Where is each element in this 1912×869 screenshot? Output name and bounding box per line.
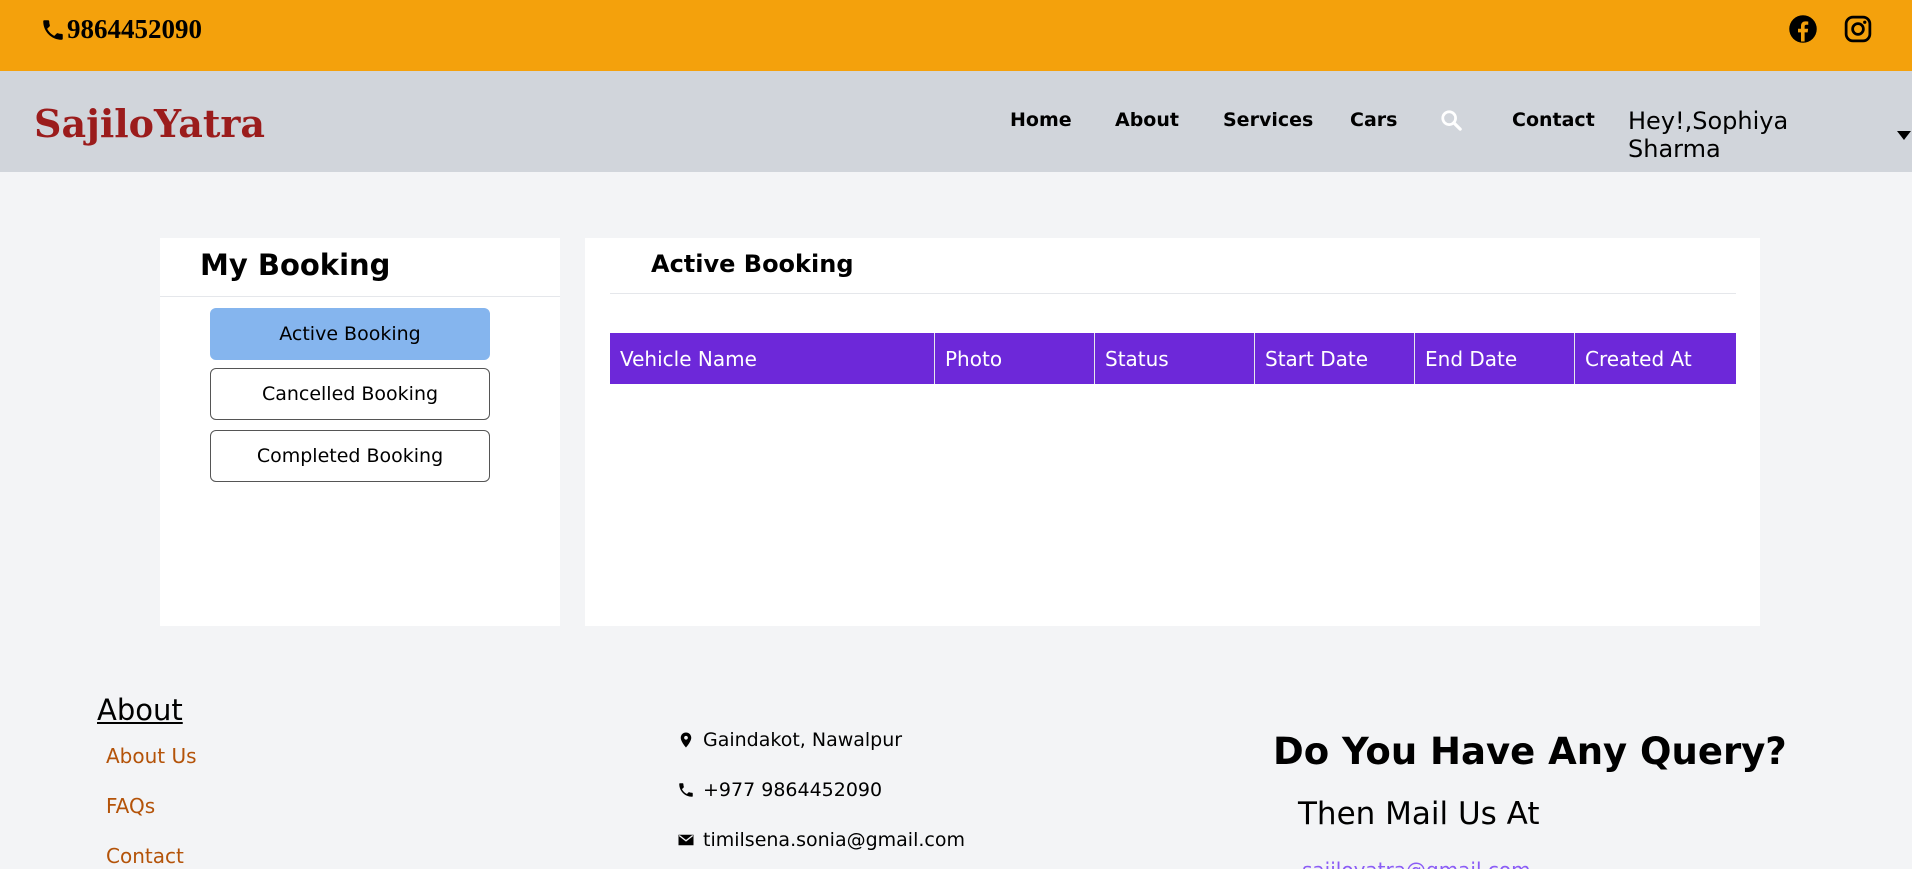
footer-phone-text: +977 9864452090 [703, 779, 883, 801]
phone-icon [43, 19, 63, 40]
top-bar: 9864452090 [0, 0, 1912, 71]
top-phone: 9864452090 [40, 14, 202, 45]
completed-booking-button[interactable]: Completed Booking [210, 430, 490, 482]
footer-phone: +977 9864452090 [677, 779, 882, 801]
user-menu[interactable]: Hey!,Sophiya Sharma [1628, 107, 1912, 163]
user-greeting: Hey!,Sophiya Sharma [1628, 107, 1789, 163]
footer-about-title: About [97, 693, 183, 727]
top-phone-number: 9864452090 [67, 14, 202, 44]
column-header: Start Date [1255, 333, 1415, 384]
booking-sidebar: My Booking Active Booking Cancelled Book… [160, 238, 560, 626]
column-header: Vehicle Name [610, 333, 935, 384]
footer-email-text[interactable]: timilsena.sonia@gmail.com [703, 829, 965, 851]
footer-link-contact[interactable]: Contact [106, 844, 184, 868]
panel-title: Active Booking [651, 250, 854, 278]
nav-home[interactable]: Home [1010, 109, 1072, 131]
search-icon[interactable] [1440, 109, 1462, 131]
sidebar-divider [160, 296, 560, 297]
footer-link-faqs[interactable]: FAQs [106, 794, 155, 818]
query-email-link[interactable]: sajiloyatra@gmail.com [1302, 858, 1531, 869]
nav-about[interactable]: About [1115, 109, 1179, 131]
active-booking-button[interactable]: Active Booking [210, 308, 490, 360]
query-title: Do You Have Any Query? [1273, 730, 1787, 773]
sidebar-title: My Booking [200, 248, 391, 282]
footer-address-text: Gaindakot, Nawalpur [703, 729, 903, 751]
nav-bar: SajiloYatra Home About Services Cars Con… [0, 71, 1912, 172]
phone-icon [679, 783, 693, 797]
column-header: End Date [1415, 333, 1575, 384]
envelope-icon [678, 834, 694, 846]
column-header: Created At [1585, 346, 1692, 371]
column-header: Photo [935, 333, 1095, 384]
column-header: Status [1095, 333, 1255, 384]
query-subtitle: Then Mail Us At [1298, 796, 1540, 832]
nav-services[interactable]: Services [1223, 109, 1313, 131]
brand-logo[interactable]: SajiloYatra [34, 101, 265, 146]
caret-down-icon [1897, 131, 1912, 140]
booking-panel: Active Booking Vehicle Name Photo Status… [585, 238, 1760, 626]
footer-email: timilsena.sonia@gmail.com [677, 829, 965, 851]
footer-link-about-us[interactable]: About Us [106, 744, 197, 768]
table-header: Vehicle Name Photo Status Start Date End… [610, 333, 1736, 384]
footer-address: Gaindakot, Nawalpur [677, 729, 902, 751]
nav-cars[interactable]: Cars [1350, 109, 1397, 131]
cancelled-booking-button[interactable]: Cancelled Booking [210, 368, 490, 420]
nav-contact[interactable]: Contact [1512, 109, 1595, 131]
facebook-icon[interactable] [1788, 14, 1818, 44]
location-pin-icon [680, 732, 692, 748]
instagram-icon[interactable] [1843, 14, 1873, 44]
panel-divider [610, 293, 1736, 294]
